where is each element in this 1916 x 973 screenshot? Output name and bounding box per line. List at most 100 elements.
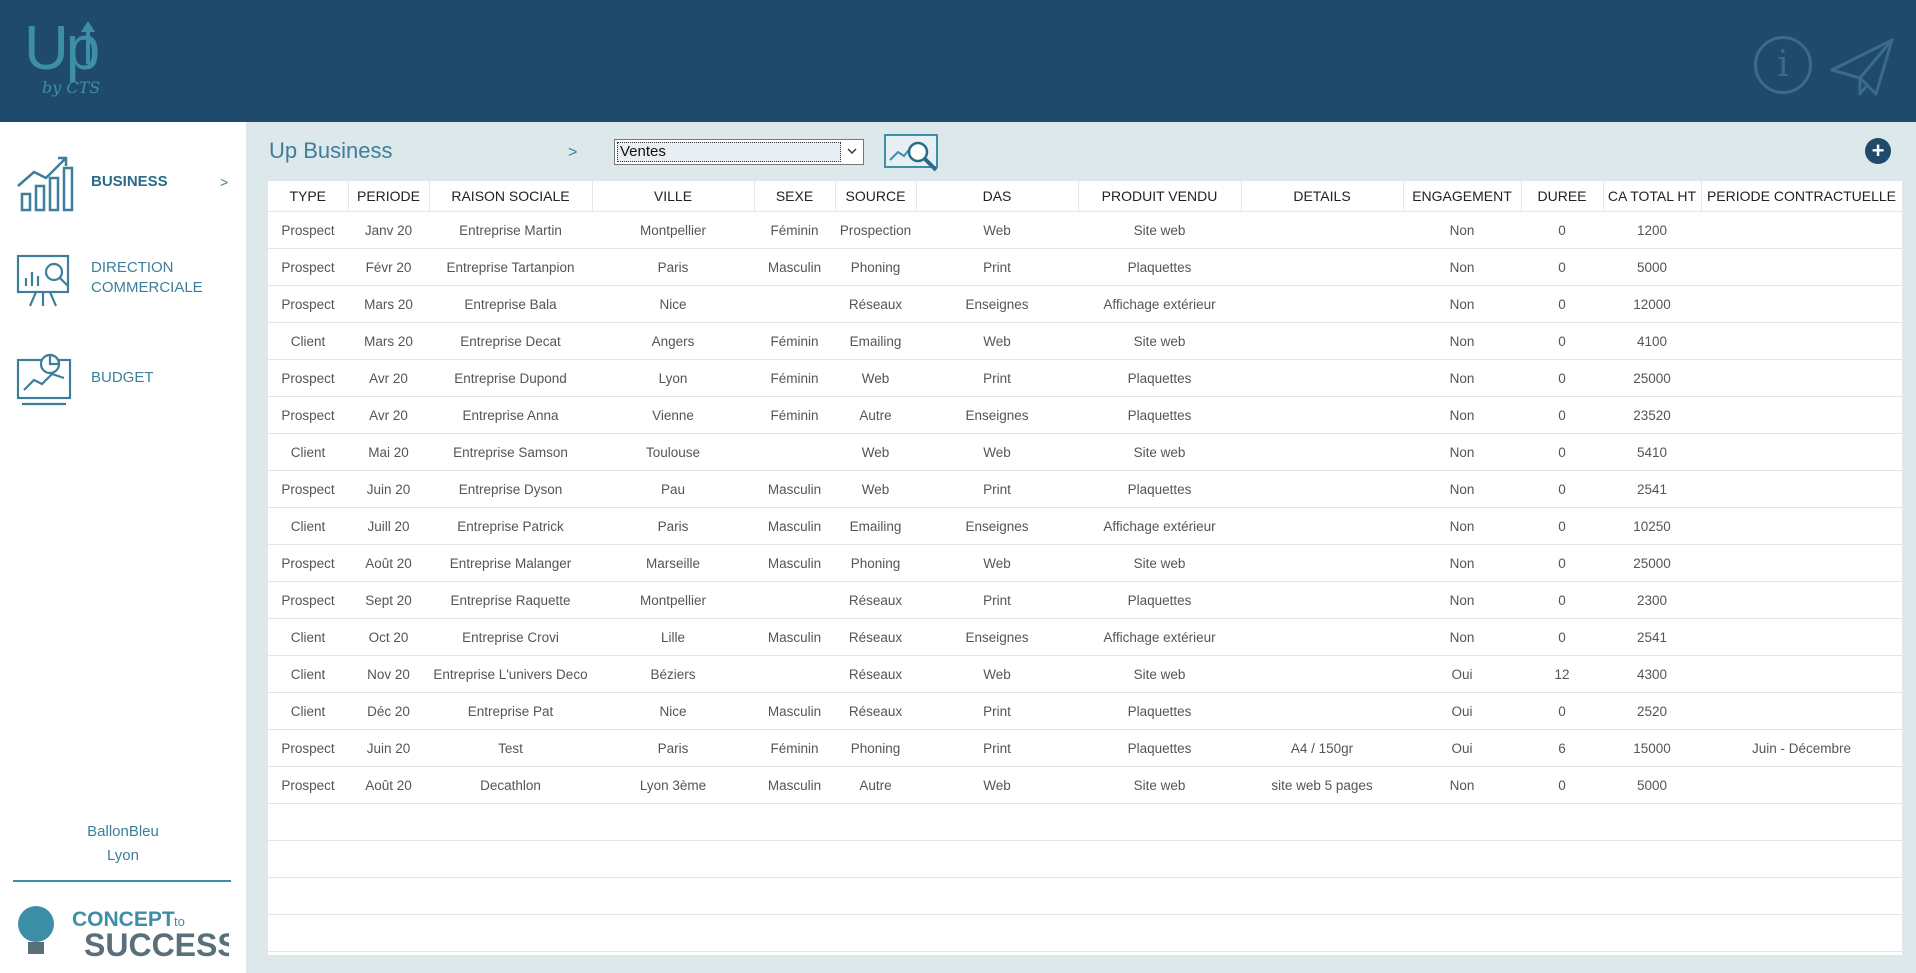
table-cell: Site web — [1078, 433, 1241, 471]
empty-cell — [268, 840, 1902, 878]
table-cell: Site web — [1078, 766, 1241, 804]
table-cell: 0 — [1521, 322, 1603, 360]
table-cell — [1701, 322, 1902, 360]
table-cell: Avr 20 — [348, 359, 429, 397]
table-cell: Entreprise Dupond — [429, 359, 592, 397]
empty-row[interactable] — [268, 803, 1902, 841]
column-header[interactable]: TYPE — [268, 181, 349, 212]
table-cell: Masculin — [754, 618, 835, 656]
table-row[interactable]: Prospect Sept 20 Entreprise Raquette Montpe… — [268, 581, 1902, 619]
table-cell: Réseaux — [835, 581, 916, 619]
table-cell — [1241, 359, 1403, 397]
table-cell: Sept 20 — [348, 581, 429, 619]
table-row[interactable]: Client Oct 20 Entreprise Crovi Lille Masculi… — [268, 618, 1902, 656]
table-row[interactable]: Prospect Avr 20 Entreprise Dupond Lyon Fémin… — [268, 359, 1902, 397]
table-cell — [1701, 766, 1902, 804]
empty-row[interactable] — [268, 914, 1902, 952]
svg-text:SUCCESS: SUCCESS — [84, 927, 229, 960]
table-cell: Mars 20 — [348, 285, 429, 323]
add-entry-button[interactable]: + — [1865, 138, 1891, 164]
column-header[interactable]: SEXE — [754, 181, 836, 212]
table-cell — [1701, 544, 1902, 582]
column-header[interactable]: DETAILS — [1241, 181, 1404, 212]
sidebar-item-business[interactable]: BUSINESS > — [0, 148, 246, 218]
table-cell: 0 — [1521, 211, 1603, 249]
table-row[interactable]: Client Mai 20 Entreprise Samson Toulouse Web… — [268, 433, 1902, 471]
table-cell: Prospect — [268, 766, 348, 804]
table-cell: Client — [268, 433, 348, 471]
table-row[interactable]: Prospect Août 20 Decathlon Lyon 3ème Masculi… — [268, 766, 1902, 804]
table-cell: Paris — [592, 248, 754, 286]
table-cell — [1701, 285, 1902, 323]
table-cell: Marseille — [592, 544, 754, 582]
table-cell: Féminin — [754, 359, 835, 397]
table-cell: Masculin — [754, 692, 835, 730]
table-cell: 0 — [1521, 470, 1603, 508]
table-cell: Juin - Décembre — [1701, 729, 1902, 767]
table-cell: Web — [916, 655, 1078, 693]
table-cell — [754, 285, 835, 323]
table-row[interactable]: Prospect Juin 20 Entreprise Dyson Pau Mascul… — [268, 470, 1902, 508]
sidebar-item-budget[interactable]: BUDGET — [0, 344, 246, 414]
info-button[interactable]: i — [1754, 36, 1812, 94]
table-cell — [1241, 655, 1403, 693]
table-cell: Déc 20 — [348, 692, 429, 730]
table-cell — [1701, 507, 1902, 545]
table-cell: Lyon — [592, 359, 754, 397]
column-header[interactable]: CA TOTAL HT — [1603, 181, 1702, 212]
column-header[interactable]: RAISON SOCIALE — [429, 181, 593, 212]
table-cell: Toulouse — [592, 433, 754, 471]
table-cell: Entreprise Samson — [429, 433, 592, 471]
table-cell: 0 — [1521, 766, 1603, 804]
report-search-icon[interactable] — [884, 134, 940, 174]
table-cell: Montpellier — [592, 581, 754, 619]
table-row[interactable]: Prospect Janv 20 Entreprise Martin Montpell… — [268, 211, 1902, 249]
table-cell: Emailing — [835, 507, 916, 545]
table-header-row: TYPE PERIODE RAISON SOCIALE VILLE SEXE SOURCE… — [268, 181, 1903, 212]
table-row[interactable]: Client Nov 20 Entreprise L'univers Deco Béz… — [268, 655, 1902, 693]
table-row[interactable]: Prospect Mars 20 Entreprise Bala Nice Réseau… — [268, 285, 1902, 323]
table-cell: Prospect — [268, 729, 348, 767]
table-cell: 2300 — [1603, 581, 1701, 619]
table-cell — [1241, 285, 1403, 323]
table-row[interactable]: Prospect Juin 20 Test Paris Féminin Phoning Pr… — [268, 729, 1902, 767]
empty-row[interactable] — [268, 877, 1902, 915]
table-cell: Oui — [1403, 655, 1521, 693]
table-cell: Entreprise Pat — [429, 692, 592, 730]
table-cell: Web — [916, 433, 1078, 471]
table-cell: Nice — [592, 692, 754, 730]
view-select[interactable]: Ventes — [614, 139, 864, 165]
table-cell: Prospect — [268, 248, 348, 286]
up-logo[interactable]: Up by CTS — [24, 18, 114, 104]
table-cell: Web — [835, 470, 916, 508]
column-header[interactable]: ENGAGEMENT — [1403, 181, 1522, 212]
table-row[interactable]: Prospect Août 20 Entreprise Malanger Marsei… — [268, 544, 1902, 582]
table-cell: Lyon 3ème — [592, 766, 754, 804]
chevron-down-icon — [847, 148, 857, 154]
sidebar-item-direction-commerciale[interactable]: DIRECTION COMMERCIALE — [0, 244, 246, 314]
table-row[interactable]: Prospect Avr 20 Entreprise Anna Vienne Fémin… — [268, 396, 1902, 434]
table-row[interactable]: Prospect Févr 20 Entreprise Tartanpion Pari… — [268, 248, 1902, 286]
column-header[interactable]: PERIODE CONTRACTUELLE — [1701, 181, 1903, 212]
table-cell: 0 — [1521, 692, 1603, 730]
table-cell: 4100 — [1603, 322, 1701, 360]
table-cell: Autre — [835, 766, 916, 804]
table-row[interactable]: Client Déc 20 Entreprise Pat Nice Masculin Ré… — [268, 692, 1902, 730]
column-header[interactable]: PRODUIT VENDU — [1078, 181, 1242, 212]
table-cell: Test — [429, 729, 592, 767]
table-cell: 6 — [1521, 729, 1603, 767]
table-cell — [1241, 581, 1403, 619]
table-row[interactable]: Client Mars 20 Entreprise Decat Angers Fémin… — [268, 322, 1902, 360]
empty-row[interactable] — [268, 840, 1902, 878]
column-header[interactable]: DUREE — [1521, 181, 1604, 212]
column-header[interactable]: PERIODE — [348, 181, 430, 212]
send-icon[interactable] — [1830, 36, 1896, 98]
column-header[interactable]: SOURCE — [835, 181, 917, 212]
table-cell — [1241, 507, 1403, 545]
table-row[interactable]: Client Juill 20 Entreprise Patrick Paris Mas… — [268, 507, 1902, 545]
table-cell — [754, 433, 835, 471]
table-cell: Lille — [592, 618, 754, 656]
table-cell: Non — [1403, 396, 1521, 434]
column-header[interactable]: DAS — [916, 181, 1079, 212]
column-header[interactable]: VILLE — [592, 181, 755, 212]
